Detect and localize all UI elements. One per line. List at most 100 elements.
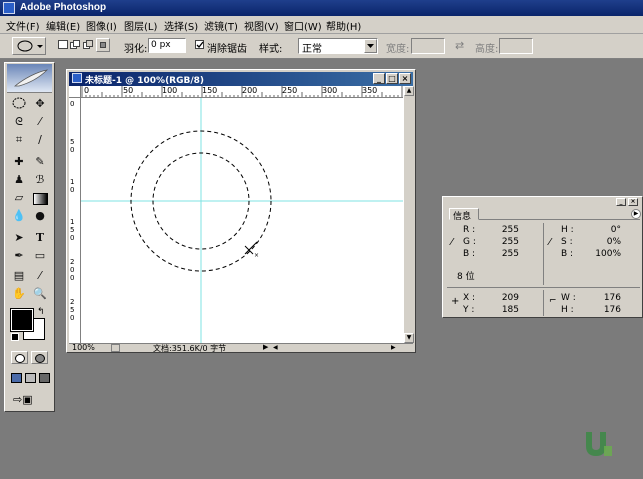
panel-menu-icon[interactable]: ▶: [631, 209, 641, 219]
new-selection-icon[interactable]: [58, 40, 68, 49]
magic-wand-icon[interactable]: ⁄: [30, 113, 50, 131]
menu-file[interactable]: 文件(F): [6, 18, 40, 33]
checkmark-icon: [196, 41, 204, 48]
lasso-tool-icon[interactable]: ᘓ: [9, 113, 29, 131]
zoom-level[interactable]: 100%: [72, 343, 95, 352]
ruler-v-label: 5: [70, 306, 75, 314]
path-selection-icon[interactable]: ➤: [9, 229, 29, 247]
brightness-label: B :: [561, 249, 574, 259]
menu-help[interactable]: 帮助(H): [326, 18, 361, 33]
brush-tool-icon[interactable]: ✎: [30, 153, 50, 171]
minimize-icon[interactable]: _: [373, 73, 385, 84]
subtract-from-selection-icon[interactable]: [83, 40, 93, 49]
ruler-h-label: 0: [84, 86, 90, 95]
standard-mode-icon[interactable]: [11, 351, 28, 364]
slice-tool-icon[interactable]: ∕: [30, 131, 50, 149]
vertical-scrollbar[interactable]: ▲ ▼: [403, 86, 414, 343]
foreground-color-swatch[interactable]: [10, 308, 34, 332]
quick-mask-mode-icon[interactable]: [31, 351, 48, 364]
horizontal-ruler[interactable]: 0 50 100 150 200 250 300 350: [81, 86, 403, 98]
history-brush-icon[interactable]: ℬ: [30, 171, 50, 189]
jump-to-imageready-icon[interactable]: ⇨▣: [13, 393, 47, 407]
menu-edit[interactable]: 编辑(E): [46, 18, 80, 33]
marquee-tool-icon[interactable]: [9, 95, 29, 113]
notes-tool-icon[interactable]: ▤: [9, 267, 29, 285]
feather-label: 羽化:: [124, 44, 148, 55]
blur-tool-icon[interactable]: 💧: [9, 207, 29, 225]
feather-value: 0 px: [151, 40, 171, 50]
vertical-ruler[interactable]: 0 5 0 1 0 1 5 0 2 0 0 2 5 0: [69, 98, 81, 343]
w-label: W :: [561, 293, 576, 303]
ruler-v-label: 2: [70, 258, 75, 266]
document-title-bar[interactable]: 未标题-1 @ 100%(RGB/8) _ □ ×: [69, 72, 413, 86]
menu-image[interactable]: 图像(I): [86, 18, 117, 33]
chevron-down-icon[interactable]: [364, 39, 377, 53]
watermark-logo-icon: [586, 432, 612, 456]
svg-text:×: ×: [254, 252, 259, 259]
swap-colors-icon[interactable]: ↰: [37, 307, 45, 317]
selection-h-label: H :: [561, 305, 574, 315]
status-bar: 100% 文档:351.6K/0 字节 ▶ ◀ ▶: [69, 343, 413, 353]
clone-stamp-icon[interactable]: ♟: [9, 171, 29, 189]
menu-layer[interactable]: 图层(L): [124, 18, 157, 33]
adobe-online-logo[interactable]: [7, 64, 52, 93]
scroll-up-icon[interactable]: ▲: [404, 86, 414, 96]
add-to-selection-icon[interactable]: [70, 40, 80, 49]
maximize-icon[interactable]: □: [386, 73, 398, 84]
antialias-label: 消除锯齿: [207, 44, 247, 55]
close-icon[interactable]: ×: [399, 73, 411, 84]
info-tab[interactable]: 信息: [449, 208, 479, 222]
style-label: 样式:: [259, 44, 283, 55]
document-canvas[interactable]: ×: [81, 98, 403, 343]
ruler-v-label: 0: [70, 234, 75, 242]
eyedropper-icon[interactable]: ⁄: [30, 267, 50, 285]
type-tool-icon[interactable]: T: [30, 229, 50, 247]
feather-input[interactable]: 0 px: [148, 38, 186, 53]
scroll-right-icon[interactable]: ▶: [391, 344, 400, 352]
eraser-tool-icon[interactable]: ▱: [9, 189, 29, 207]
ruler-h-label: 100: [162, 86, 178, 95]
height-input[interactable]: [499, 38, 533, 54]
b-label: B :: [463, 249, 476, 259]
menu-view[interactable]: 视图(V): [244, 18, 279, 33]
selection-size-icon: ⌐: [549, 296, 557, 306]
ruler-v-label: 1: [70, 178, 75, 186]
b-value: 255: [501, 249, 519, 259]
move-tool-icon[interactable]: ✥: [30, 95, 50, 113]
tool-preset-picker[interactable]: [12, 37, 46, 55]
w-value: 176: [603, 293, 621, 303]
healing-brush-icon[interactable]: ✚: [9, 153, 29, 171]
info-panel-header[interactable]: _ ×: [444, 198, 641, 206]
swap-icon[interactable]: ⇄: [455, 39, 464, 52]
info-panel: _ × 信息 ▶ ⁄ R : 255 G : 255 B : 255 ⁄ H :…: [442, 196, 643, 318]
scroll-down-icon[interactable]: ▼: [404, 333, 414, 343]
dodge-tool-icon[interactable]: ●: [30, 207, 50, 225]
crop-tool-icon[interactable]: ⌗: [9, 131, 29, 149]
style-select[interactable]: 正常: [298, 38, 378, 55]
ruler-v-label: 5: [70, 138, 75, 146]
panel-close-icon[interactable]: ×: [628, 198, 638, 206]
ruler-h-label: 150: [202, 86, 218, 95]
ruler-origin[interactable]: [69, 86, 81, 98]
full-screen-mode-icon[interactable]: [39, 373, 50, 383]
shape-tool-icon[interactable]: ▭: [30, 247, 50, 265]
panel-minimize-icon[interactable]: _: [616, 198, 626, 206]
gradient-tool-icon[interactable]: [30, 189, 50, 207]
menu-select[interactable]: 选择(S): [164, 18, 198, 33]
zoom-tool-icon[interactable]: 🔍: [30, 285, 50, 303]
status-menu-arrow-icon[interactable]: ▶: [263, 343, 268, 351]
scroll-left-icon[interactable]: ◀: [273, 344, 282, 352]
menu-filter[interactable]: 滤镜(T): [204, 18, 238, 33]
pen-tool-icon[interactable]: ✒: [9, 247, 29, 265]
ruler-v-label: 0: [70, 186, 75, 194]
full-screen-menu-mode-icon[interactable]: [25, 373, 36, 383]
intersect-selection-icon[interactable]: [96, 38, 110, 52]
width-input[interactable]: [411, 38, 445, 54]
standard-screen-mode-icon[interactable]: [11, 373, 22, 383]
hand-tool-icon[interactable]: ✋: [9, 285, 29, 303]
antialias-checkbox[interactable]: [195, 40, 204, 49]
menu-window[interactable]: 窗口(W): [284, 18, 322, 33]
canvas-artwork: ×: [81, 98, 403, 343]
default-colors-icon[interactable]: [11, 333, 19, 341]
ruler-h-label: 300: [322, 86, 338, 95]
